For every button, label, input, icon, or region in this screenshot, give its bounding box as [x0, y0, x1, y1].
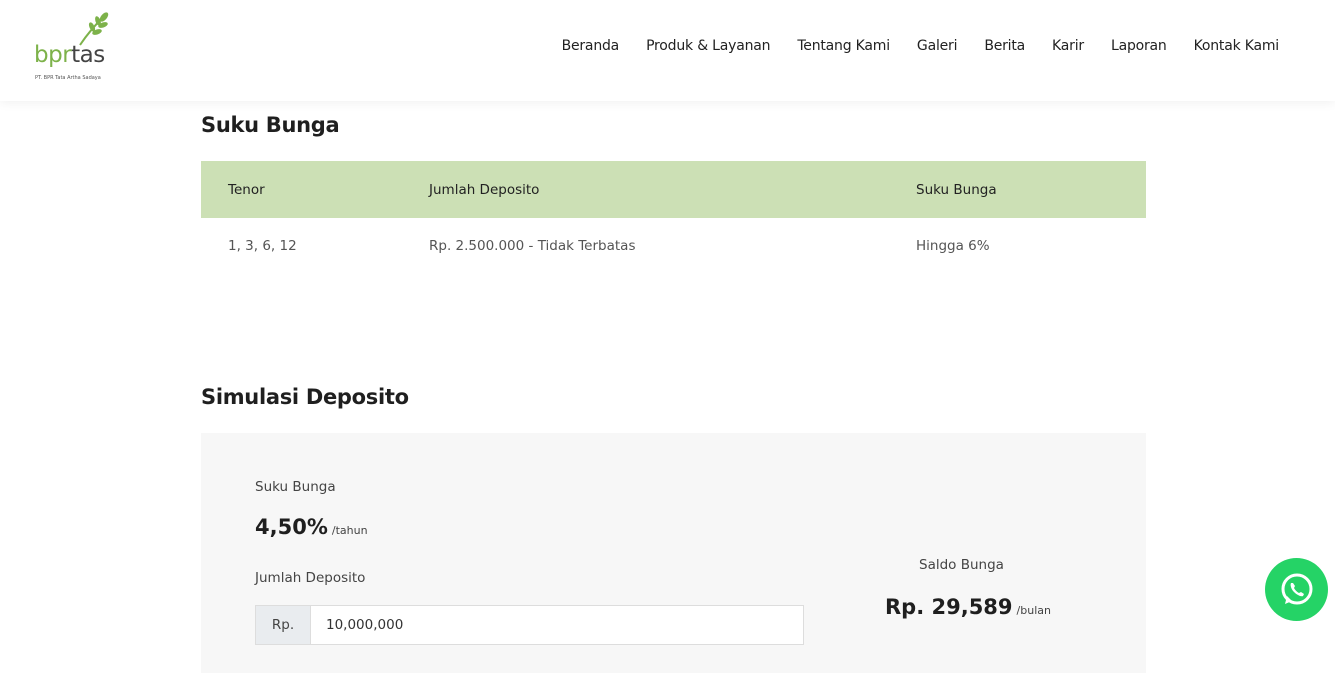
amount-label: Jumlah Deposito	[255, 570, 366, 586]
result-unit: /bulan	[1016, 604, 1051, 617]
rate-unit: /tahun	[331, 524, 368, 537]
currency-addon: Rp.	[256, 606, 311, 644]
rate-display: 4,50%/tahun	[255, 515, 368, 539]
whatsapp-icon	[1281, 573, 1312, 604]
whatsapp-button[interactable]	[1265, 558, 1328, 621]
result-display: Rp. 29,589/bulan	[885, 595, 1051, 619]
result-label: Saldo Bunga	[919, 557, 1004, 573]
cell-suku-bunga: Hingga 6%	[916, 238, 990, 254]
rate-value: 4,50%	[255, 515, 328, 539]
nav-beranda[interactable]: Beranda	[562, 38, 620, 54]
brand-logo[interactable]: bprtas PT. BPR Tata Artha Sadaya	[34, 12, 124, 86]
col-header-jumlah: Jumlah Deposito	[429, 181, 540, 198]
main-nav: Beranda Produk & Layanan Tentang Kami Ga…	[535, 38, 1280, 54]
nav-karir[interactable]: Karir	[1052, 38, 1084, 54]
result-value: Rp. 29,589	[885, 595, 1013, 619]
nav-laporan[interactable]: Laporan	[1111, 38, 1167, 54]
rates-table: Tenor Jumlah Deposito Suku Bunga 1, 3, 6…	[201, 161, 1146, 274]
amount-input-group: Rp.	[255, 605, 804, 645]
nav-tentang-kami[interactable]: Tentang Kami	[797, 38, 890, 54]
rates-table-header: Tenor Jumlah Deposito Suku Bunga	[201, 161, 1146, 218]
nav-produk-layanan[interactable]: Produk & Layanan	[646, 38, 770, 54]
brand-name: bprtas	[34, 42, 105, 68]
col-header-suku-bunga: Suku Bunga	[916, 181, 997, 198]
site-header: bprtas PT. BPR Tata Artha Sadaya Beranda…	[0, 0, 1335, 101]
nav-kontak-kami[interactable]: Kontak Kami	[1194, 38, 1280, 54]
amount-input[interactable]	[311, 606, 803, 644]
simulation-panel: Suku Bunga 4,50%/tahun Jumlah Deposito R…	[201, 433, 1146, 673]
nav-berita[interactable]: Berita	[984, 38, 1025, 54]
rate-label: Suku Bunga	[255, 479, 336, 495]
table-row: 1, 3, 6, 12 Rp. 2.500.000 - Tidak Terbat…	[201, 218, 1146, 274]
wheat-icon	[79, 12, 109, 46]
rates-title: Suku Bunga	[201, 113, 340, 137]
nav-galeri[interactable]: Galeri	[917, 38, 958, 54]
cell-tenor: 1, 3, 6, 12	[228, 238, 297, 254]
brand-subtitle: PT. BPR Tata Artha Sadaya	[35, 75, 101, 81]
col-header-tenor: Tenor	[228, 181, 265, 198]
simulation-title: Simulasi Deposito	[201, 385, 409, 409]
cell-jumlah: Rp. 2.500.000 - Tidak Terbatas	[429, 238, 636, 254]
